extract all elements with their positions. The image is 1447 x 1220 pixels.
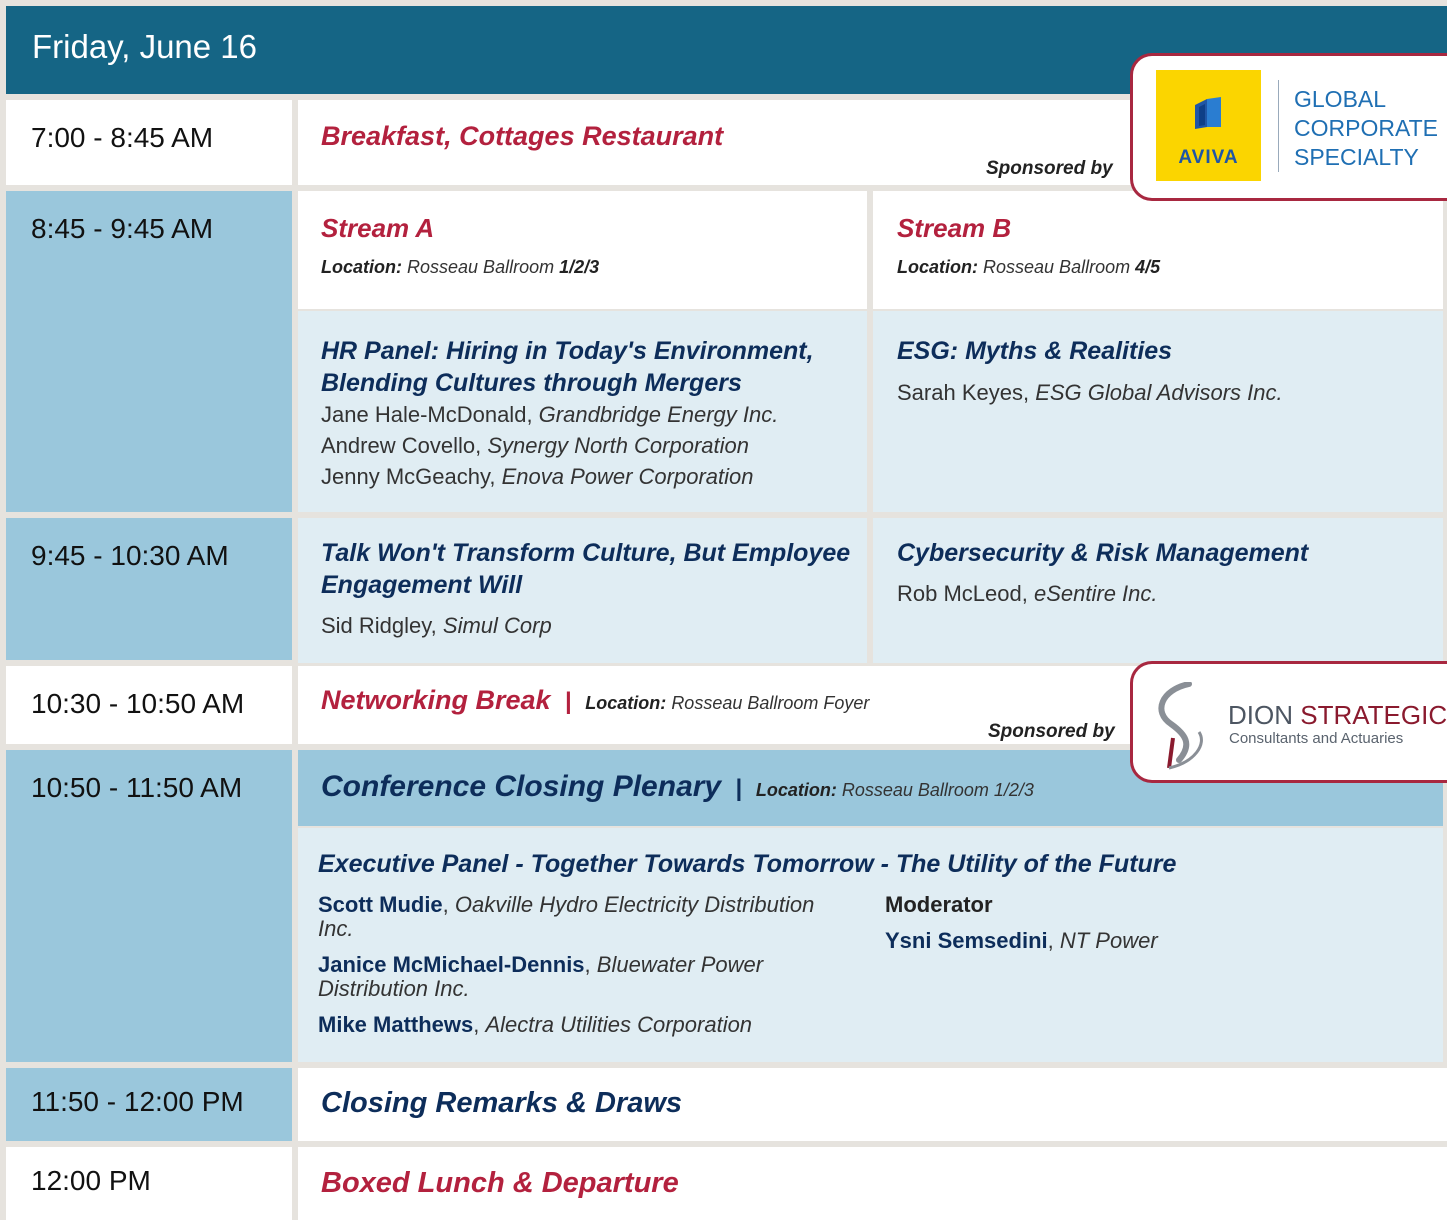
stream-a-title: Stream A (321, 213, 435, 243)
moderator: Ysni Semsedini, NT Power (885, 928, 1158, 953)
time-cell: 9:45 - 10:30 AM (6, 518, 292, 660)
session-a-cell: HR Panel: Hiring in Today's Environment,… (298, 311, 867, 512)
session-a-title: Talk Won't Transform Culture, But Employ… (321, 539, 851, 599)
session-b-title: ESG: Myths & Realities (897, 337, 1173, 365)
session-b-people: Rob McLeod, eSentire Inc. (897, 578, 1158, 609)
aviva-sponsor-box: AVIVA GLOBAL CORPORATE SPECIALTY (1130, 53, 1447, 201)
aviva-flag-icon (1195, 97, 1221, 129)
lunch-cell: Boxed Lunch & Departure (298, 1147, 1447, 1220)
dion-wordmark: DION STRATEGIC (1228, 700, 1447, 730)
time-cell: 10:50 - 11:50 AM (6, 750, 292, 1062)
session-a-people: Sid Ridgley, Simul Corp (321, 610, 552, 641)
session-a-cell: Talk Won't Transform Culture, But Employ… (298, 518, 867, 663)
time-label: 8:45 - 9:45 AM (31, 213, 214, 244)
time-cell: 10:30 - 10:50 AM (6, 666, 292, 744)
plenary-line: Conference Closing Plenary | Location: Ros… (321, 770, 1034, 803)
person: Sid Ridgley, Simul Corp (321, 613, 552, 638)
person: Jenny McGeachy, Enova Power Corporation (321, 464, 754, 489)
person: Andrew Covello, Synergy North Corporatio… (321, 433, 749, 458)
session-b-title: Cybersecurity & Risk Management (897, 539, 1309, 567)
time-label: 10:30 - 10:50 AM (31, 688, 245, 719)
stream-b-location: Location: Rosseau Ballroom 4/5 (897, 257, 1161, 277)
time-cell: 11:50 - 12:00 PM (6, 1068, 292, 1141)
person: Jane Hale-McDonald, Grandbridge Energy I… (321, 402, 779, 427)
time-label: 7:00 - 8:45 AM (31, 122, 214, 153)
person: Rob McLeod, eSentire Inc. (897, 581, 1158, 606)
time-label: 11:50 - 12:00 PM (31, 1086, 244, 1117)
divider (1278, 80, 1279, 172)
time-label: 10:50 - 11:50 AM (31, 772, 243, 803)
session-title: Boxed Lunch & Departure (321, 1167, 679, 1199)
dion-sponsor-box: DION STRATEGIC Consultants and Actuaries (1130, 661, 1447, 783)
time-cell: 8:45 - 9:45 AM (6, 191, 292, 512)
stream-b-title: Stream B (897, 213, 1012, 243)
panelist: Mike Matthews, Alectra Utilities Corpora… (318, 1012, 753, 1037)
session-title: Closing Remarks & Draws (321, 1087, 683, 1119)
aviva-logo: AVIVA (1156, 70, 1261, 181)
closing-remarks-cell: Closing Remarks & Draws (298, 1068, 1447, 1141)
session-b-people: Sarah Keyes, ESG Global Advisors Inc. (897, 377, 1283, 408)
session-title: Breakfast, Cottages Restaurant (321, 121, 724, 151)
stream-a-location: Location: Rosseau Ballroom 1/2/3 (321, 257, 600, 277)
plenary-title: Conference Closing Plenary (321, 770, 722, 803)
session-title: Networking Break (321, 685, 551, 715)
time-cell: 12:00 PM (6, 1147, 292, 1220)
aviva-wordmark: AVIVA (1178, 147, 1239, 168)
session-b-cell: Cybersecurity & Risk Management Rob McLe… (873, 518, 1443, 663)
dion-tagline: Consultants and Actuaries (1229, 730, 1404, 747)
networking-line: Networking Break | Location: Rosseau Ballr… (321, 685, 870, 715)
time-cell: 7:00 - 8:45 AM (6, 100, 292, 185)
time-label: 12:00 PM (31, 1165, 151, 1196)
time-label: 9:45 - 10:30 AM (31, 540, 229, 571)
session-b-cell: ESG: Myths & Realities Sarah Keyes, ESG … (873, 311, 1443, 512)
person: Sarah Keyes, ESG Global Advisors Inc. (897, 380, 1283, 405)
stream-b-header: Stream B Location: Rosseau Ballroom 4/5 (873, 191, 1443, 309)
sponsored-by-label: Sponsored by (986, 158, 1113, 179)
dion-logo-icon (1158, 682, 1203, 770)
session-a-people: Jane Hale-McDonald, Grandbridge Energy I… (321, 399, 778, 492)
panel-title: Executive Panel - Together Towards Tomor… (318, 850, 1177, 878)
day-title: Friday, June 16 (32, 28, 258, 65)
panelist: Janice McMichael-Dennis, Bluewater Power… (318, 952, 764, 1001)
aviva-division-name: GLOBAL CORPORATE SPECIALTY (1294, 86, 1438, 170)
session-a-title: HR Panel: Hiring in Today's Environment,… (321, 337, 814, 397)
moderator-label: Moderator (885, 892, 993, 917)
sponsored-by-label: Sponsored by (988, 721, 1115, 742)
plenary-body: Executive Panel - Together Towards Tomor… (298, 828, 1443, 1062)
panelist: Scott Mudie, Oakville Hydro Electricity … (318, 892, 815, 941)
stream-a-header: Stream A Location: Rosseau Ballroom 1/2/… (298, 191, 867, 309)
